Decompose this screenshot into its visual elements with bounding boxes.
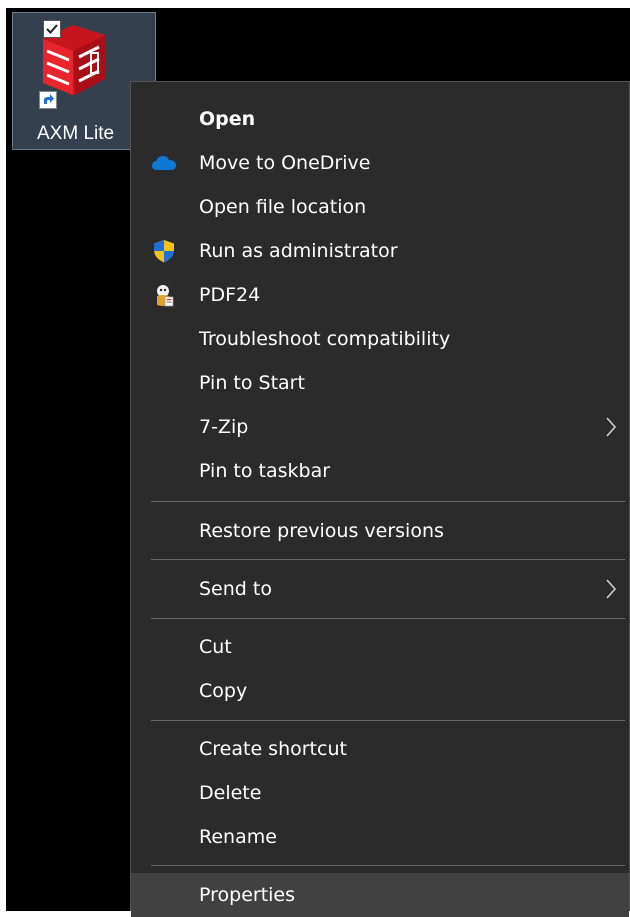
menu-item-label: Run as administrator — [199, 240, 398, 262]
menu-separator — [151, 865, 625, 866]
pdf24-icon — [157, 285, 174, 307]
menu-item-properties[interactable]: Properties — [131, 873, 629, 917]
menu-item-delete[interactable]: Delete — [131, 771, 629, 815]
menu-item-label: Send to — [199, 578, 272, 600]
menu-item-7-zip[interactable]: 7-Zip — [131, 405, 629, 449]
menu-item-open[interactable]: Open — [131, 97, 629, 141]
context-menu: Open Move to OneDrive Open file location… — [130, 81, 630, 917]
menu-item-cut[interactable]: Cut — [131, 625, 629, 669]
menu-separator — [151, 501, 625, 502]
menu-item-pin-to-start[interactable]: Pin to Start — [131, 361, 629, 405]
menu-item-label: Open — [199, 108, 256, 130]
menu-item-move-to-onedrive[interactable]: Move to OneDrive — [131, 141, 629, 185]
menu-item-label: Properties — [199, 884, 296, 906]
menu-separator — [151, 618, 625, 619]
menu-item-rename[interactable]: Rename — [131, 815, 629, 859]
shortcut-arrow-icon — [39, 91, 57, 109]
menu-separator — [151, 559, 625, 560]
menu-item-copy[interactable]: Copy — [131, 669, 629, 713]
onedrive-cloud-icon — [152, 156, 176, 170]
menu-item-create-shortcut[interactable]: Create shortcut — [131, 727, 629, 771]
menu-item-troubleshoot-compatibility[interactable]: Troubleshoot compatibility — [131, 317, 629, 361]
menu-item-label: Delete — [199, 782, 262, 804]
desktop: AXM Lite Open Move to OneDrive Open file… — [6, 8, 630, 917]
menu-item-pin-to-taskbar[interactable]: Pin to taskbar — [131, 449, 629, 493]
menu-item-label: Copy — [199, 680, 248, 702]
menu-item-label: Move to OneDrive — [199, 152, 371, 174]
menu-item-label: PDF24 — [199, 284, 261, 306]
menu-item-label: Rename — [199, 826, 277, 848]
menu-item-label: Troubleshoot compatibility — [199, 328, 451, 350]
menu-item-send-to[interactable]: Send to — [131, 567, 629, 611]
menu-item-pdf24[interactable]: PDF24 — [131, 273, 629, 317]
chevron-right-icon — [606, 417, 617, 437]
uac-shield-icon — [154, 240, 174, 263]
menu-item-run-as-administrator[interactable]: Run as administrator — [131, 229, 629, 273]
selection-checkbox[interactable] — [43, 20, 61, 38]
chevron-right-icon — [606, 579, 617, 599]
menu-item-label: Create shortcut — [199, 738, 347, 760]
menu-item-label: Restore previous versions — [199, 520, 444, 542]
menu-item-open-file-location[interactable]: Open file location — [131, 185, 629, 229]
checkmark-icon — [46, 24, 58, 34]
desktop-icon-label: AXM Lite — [37, 123, 115, 144]
menu-item-label: 7-Zip — [199, 416, 249, 438]
menu-item-label: Pin to Start — [199, 372, 305, 394]
menu-item-label: Pin to taskbar — [199, 460, 331, 482]
menu-item-label: Cut — [199, 636, 232, 658]
menu-item-label: Open file location — [199, 196, 367, 218]
menu-item-restore-previous-versions[interactable]: Restore previous versions — [131, 509, 629, 553]
menu-separator — [151, 720, 625, 721]
